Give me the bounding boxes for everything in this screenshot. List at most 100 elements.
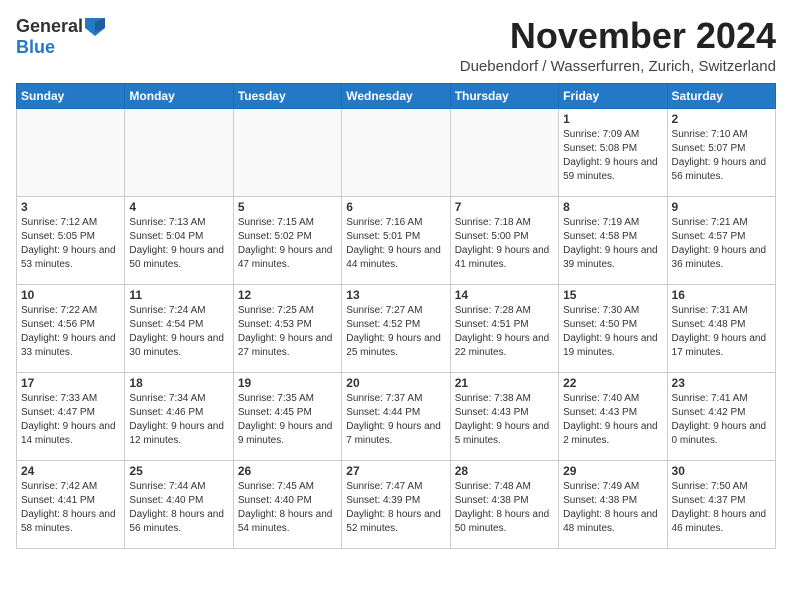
calendar-cell: [342, 108, 450, 196]
day-info: Sunrise: 7:21 AM Sunset: 4:57 PM Dayligh…: [672, 216, 771, 272]
day-number: 13: [346, 288, 445, 302]
day-header-thursday: Thursday: [450, 83, 558, 108]
calendar-cell: 16 Sunrise: 7:31 AM Sunset: 4:48 PM Dayli…: [667, 284, 775, 372]
calendar-cell: 9 Sunrise: 7:21 AM Sunset: 4:57 PM Daylig…: [667, 196, 775, 284]
calendar-cell: 2 Sunrise: 7:10 AM Sunset: 5:07 PM Daylig…: [667, 108, 775, 196]
calendar-cell: 25Sunrise: 7:44 AM Sunset: 4:40 PM Dayli…: [125, 460, 233, 548]
day-info: Sunrise: 7:33 AM Sunset: 4:47 PM Dayligh…: [21, 392, 120, 448]
calendar-week-row: 3 Sunrise: 7:12 AM Sunset: 5:05 PM Daylig…: [17, 196, 776, 284]
logo: General Blue: [16, 16, 107, 58]
day-info: Sunrise: 7:25 AM Sunset: 4:53 PM Dayligh…: [238, 304, 337, 360]
day-info: Sunrise: 7:16 AM Sunset: 5:01 PM Dayligh…: [346, 216, 445, 272]
day-number: 4: [129, 200, 228, 214]
calendar-week-row: 24 Sunrise: 7:42 AM Sunset: 4:41 PM Dayli…: [17, 460, 776, 548]
day-info: Sunrise: 7:09 AM Sunset: 5:08 PM Dayligh…: [563, 128, 662, 184]
calendar-cell: 30 Sunrise: 7:50 AM Sunset: 4:37 PM Dayli…: [667, 460, 775, 548]
day-number: 16: [672, 288, 771, 302]
calendar-cell: 4 Sunrise: 7:13 AM Sunset: 5:04 PM Daylig…: [125, 196, 233, 284]
calendar-cell: 11 Sunrise: 7:24 AM Sunset: 4:54 PM Dayli…: [125, 284, 233, 372]
day-info: Sunrise: 7:28 AM Sunset: 4:51 PM Dayligh…: [455, 304, 554, 360]
day-number: 1: [563, 112, 662, 126]
day-info: Sunrise: 7:22 AM Sunset: 4:56 PM Dayligh…: [21, 304, 120, 360]
day-info: Sunrise: 7:19 AM Sunset: 4:58 PM Dayligh…: [563, 216, 662, 272]
day-number: 17: [21, 376, 120, 390]
day-header-wednesday: Wednesday: [342, 83, 450, 108]
calendar-week-row: 10Sunrise: 7:22 AM Sunset: 4:56 PM Dayli…: [17, 284, 776, 372]
day-number: 29: [563, 464, 662, 478]
month-title: November 2024: [460, 16, 776, 56]
calendar-cell: 12 Sunrise: 7:25 AM Sunset: 4:53 PM Dayli…: [233, 284, 341, 372]
calendar-cell: 20Sunrise: 7:37 AM Sunset: 4:44 PM Dayli…: [342, 372, 450, 460]
day-header-friday: Friday: [559, 83, 667, 108]
day-number: 5: [238, 200, 337, 214]
calendar-cell: 1 Sunrise: 7:09 AM Sunset: 5:08 PM Daylig…: [559, 108, 667, 196]
day-number: 7: [455, 200, 554, 214]
day-info: Sunrise: 7:44 AM Sunset: 4:40 PM Dayligh…: [129, 480, 228, 536]
calendar-cell: 29 Sunrise: 7:49 AM Sunset: 4:38 PM Dayli…: [559, 460, 667, 548]
day-number: 6: [346, 200, 445, 214]
day-number: 19: [238, 376, 337, 390]
calendar-cell: [233, 108, 341, 196]
day-number: 28: [455, 464, 554, 478]
title-block: November 2024 Duebendorf / Wasserfurren,…: [460, 16, 776, 75]
day-info: Sunrise: 7:40 AM Sunset: 4:43 PM Dayligh…: [563, 392, 662, 448]
day-info: Sunrise: 7:37 AM Sunset: 4:44 PM Dayligh…: [346, 392, 445, 448]
calendar-cell: [450, 108, 558, 196]
logo-general-text: General: [16, 16, 83, 37]
day-info: Sunrise: 7:48 AM Sunset: 4:38 PM Dayligh…: [455, 480, 554, 536]
calendar-cell: 19 Sunrise: 7:35 AM Sunset: 4:45 PM Dayli…: [233, 372, 341, 460]
day-info: Sunrise: 7:15 AM Sunset: 5:02 PM Dayligh…: [238, 216, 337, 272]
calendar-cell: 27Sunrise: 7:47 AM Sunset: 4:39 PM Dayli…: [342, 460, 450, 548]
day-number: 22: [563, 376, 662, 390]
day-header-tuesday: Tuesday: [233, 83, 341, 108]
day-info: Sunrise: 7:45 AM Sunset: 4:40 PM Dayligh…: [238, 480, 337, 536]
day-info: Sunrise: 7:31 AM Sunset: 4:48 PM Dayligh…: [672, 304, 771, 360]
day-info: Sunrise: 7:34 AM Sunset: 4:46 PM Dayligh…: [129, 392, 228, 448]
day-info: Sunrise: 7:18 AM Sunset: 5:00 PM Dayligh…: [455, 216, 554, 272]
day-header-saturday: Saturday: [667, 83, 775, 108]
day-number: 26: [238, 464, 337, 478]
calendar-cell: 7 Sunrise: 7:18 AM Sunset: 5:00 PM Daylig…: [450, 196, 558, 284]
day-info: Sunrise: 7:30 AM Sunset: 4:50 PM Dayligh…: [563, 304, 662, 360]
calendar-cell: [17, 108, 125, 196]
day-number: 30: [672, 464, 771, 478]
day-number: 11: [129, 288, 228, 302]
day-number: 15: [563, 288, 662, 302]
day-info: Sunrise: 7:38 AM Sunset: 4:43 PM Dayligh…: [455, 392, 554, 448]
calendar-cell: 15 Sunrise: 7:30 AM Sunset: 4:50 PM Dayli…: [559, 284, 667, 372]
day-info: Sunrise: 7:10 AM Sunset: 5:07 PM Dayligh…: [672, 128, 771, 184]
calendar-cell: 13 Sunrise: 7:27 AM Sunset: 4:52 PM Dayli…: [342, 284, 450, 372]
day-info: Sunrise: 7:49 AM Sunset: 4:38 PM Dayligh…: [563, 480, 662, 536]
day-number: 2: [672, 112, 771, 126]
calendar-cell: 26 Sunrise: 7:45 AM Sunset: 4:40 PM Dayli…: [233, 460, 341, 548]
day-number: 24: [21, 464, 120, 478]
calendar-cell: 21 Sunrise: 7:38 AM Sunset: 4:43 PM Dayli…: [450, 372, 558, 460]
calendar-cell: 24 Sunrise: 7:42 AM Sunset: 4:41 PM Dayli…: [17, 460, 125, 548]
calendar-cell: [125, 108, 233, 196]
day-number: 14: [455, 288, 554, 302]
day-number: 9: [672, 200, 771, 214]
day-info: Sunrise: 7:47 AM Sunset: 4:39 PM Dayligh…: [346, 480, 445, 536]
day-info: Sunrise: 7:13 AM Sunset: 5:04 PM Dayligh…: [129, 216, 228, 272]
page-header: General Blue November 2024 Duebendorf / …: [16, 16, 776, 75]
day-header-sunday: Sunday: [17, 83, 125, 108]
day-number: 3: [21, 200, 120, 214]
calendar-cell: 23 Sunrise: 7:41 AM Sunset: 4:42 PM Dayli…: [667, 372, 775, 460]
day-info: Sunrise: 7:35 AM Sunset: 4:45 PM Dayligh…: [238, 392, 337, 448]
day-info: Sunrise: 7:42 AM Sunset: 4:41 PM Dayligh…: [21, 480, 120, 536]
day-number: 21: [455, 376, 554, 390]
calendar-header-row: SundayMondayTuesdayWednesdayThursdayFrid…: [17, 83, 776, 108]
day-info: Sunrise: 7:27 AM Sunset: 4:52 PM Dayligh…: [346, 304, 445, 360]
day-number: 23: [672, 376, 771, 390]
calendar-table: SundayMondayTuesdayWednesdayThursdayFrid…: [16, 83, 776, 549]
calendar-week-row: 17 Sunrise: 7:33 AM Sunset: 4:47 PM Dayli…: [17, 372, 776, 460]
day-info: Sunrise: 7:24 AM Sunset: 4:54 PM Dayligh…: [129, 304, 228, 360]
calendar-cell: 18 Sunrise: 7:34 AM Sunset: 4:46 PM Dayli…: [125, 372, 233, 460]
calendar-cell: 17 Sunrise: 7:33 AM Sunset: 4:47 PM Dayli…: [17, 372, 125, 460]
day-info: Sunrise: 7:12 AM Sunset: 5:05 PM Dayligh…: [21, 216, 120, 272]
day-info: Sunrise: 7:50 AM Sunset: 4:37 PM Dayligh…: [672, 480, 771, 536]
day-number: 18: [129, 376, 228, 390]
calendar-cell: 14 Sunrise: 7:28 AM Sunset: 4:51 PM Dayli…: [450, 284, 558, 372]
day-number: 12: [238, 288, 337, 302]
day-info: Sunrise: 7:41 AM Sunset: 4:42 PM Dayligh…: [672, 392, 771, 448]
